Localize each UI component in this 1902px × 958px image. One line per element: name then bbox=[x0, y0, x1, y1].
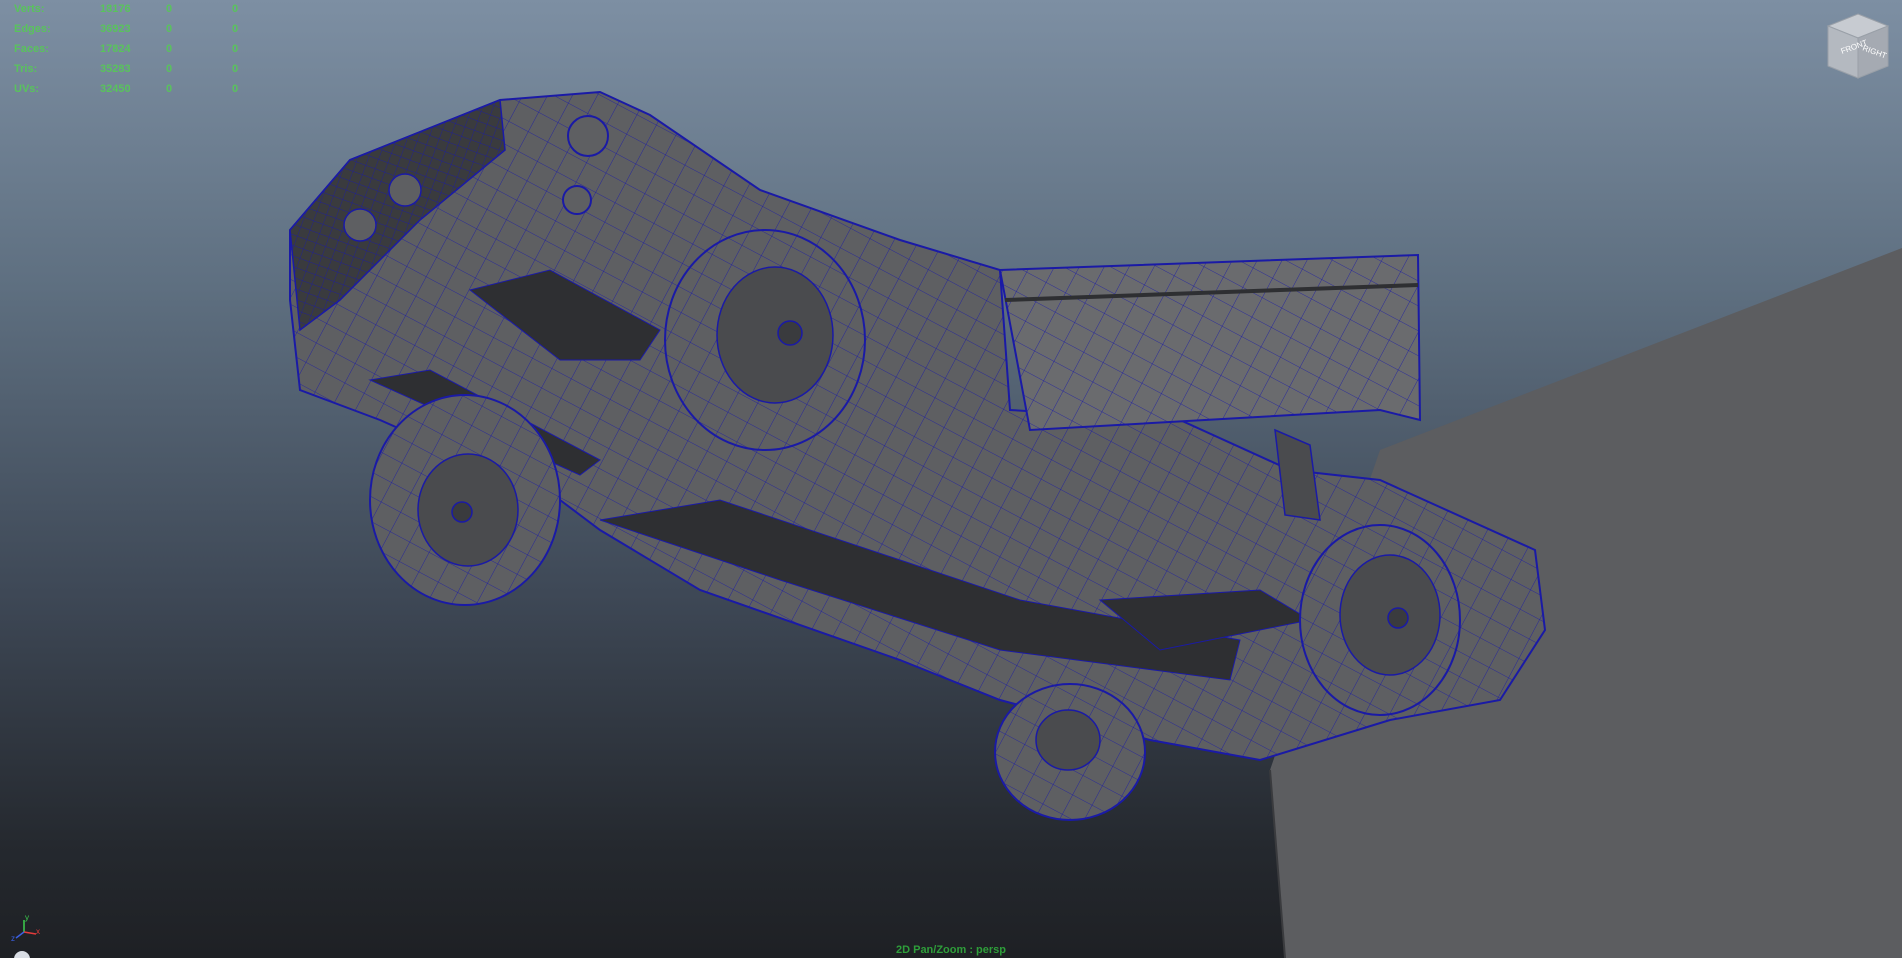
hud-label: UVs: bbox=[14, 83, 40, 95]
hud-selected-2: 0 bbox=[232, 3, 239, 15]
hud-selected-2: 0 bbox=[232, 63, 239, 75]
hud-row-edges: Edges: 36923 0 0 bbox=[14, 19, 262, 39]
hud-row-uvs: UVs: 32450 0 0 bbox=[14, 79, 262, 99]
hud-label: Verts: bbox=[14, 3, 45, 15]
car-wireframe-scene[interactable] bbox=[0, 0, 1902, 958]
view-cube[interactable]: FRONT RIGHT bbox=[1822, 10, 1894, 82]
hud-selected: 0 bbox=[166, 63, 173, 75]
wheel-front-top bbox=[664, 229, 866, 451]
axis-z-line bbox=[15, 931, 25, 939]
hud-row-faces: Faces: 17824 0 0 bbox=[14, 39, 262, 59]
hud-selected: 0 bbox=[166, 23, 173, 35]
wheel-front-bottom bbox=[369, 394, 561, 606]
axis-x-line bbox=[23, 931, 37, 935]
axis-gizmo: y x z bbox=[11, 914, 40, 942]
hud-selected: 0 bbox=[166, 43, 173, 55]
hud-total: 36923 bbox=[100, 23, 131, 35]
fog-light bbox=[562, 185, 592, 215]
wheel-rear-bottom bbox=[994, 683, 1146, 821]
hud-total: 18176 bbox=[100, 3, 131, 15]
camera-name-label: 2D Pan/Zoom : persp bbox=[895, 944, 1007, 956]
axis-y-label: y bbox=[25, 914, 29, 922]
hud-selected-2: 0 bbox=[232, 23, 239, 35]
3d-viewport[interactable]: Verts: 18176 0 0 Edges: 36923 0 0 Faces:… bbox=[0, 0, 1902, 958]
hud-row-verts: Verts: 18176 0 0 bbox=[14, 0, 262, 19]
hud-total: 32450 bbox=[100, 83, 131, 95]
hud-total: 17824 bbox=[100, 43, 131, 55]
door-wireframe bbox=[1000, 255, 1420, 430]
hud-selected-2: 0 bbox=[232, 43, 239, 55]
axis-z-label: z bbox=[11, 934, 15, 942]
headlight bbox=[343, 208, 377, 242]
hud-label: Tris: bbox=[14, 63, 38, 75]
headlight bbox=[388, 173, 422, 207]
hud-label: Edges: bbox=[14, 23, 51, 35]
fog-light bbox=[567, 115, 609, 157]
hud-label: Faces: bbox=[14, 43, 49, 55]
hud-row-tris: Tris: 35283 0 0 bbox=[14, 59, 262, 79]
hud-selected-2: 0 bbox=[232, 83, 239, 95]
hud-total: 35283 bbox=[100, 63, 131, 75]
wheel-rear-top bbox=[1299, 524, 1461, 716]
axis-x-label: x bbox=[36, 927, 40, 936]
poly-count-hud: Verts: 18176 0 0 Edges: 36923 0 0 Faces:… bbox=[14, 0, 262, 99]
hud-selected: 0 bbox=[166, 3, 173, 15]
hud-selected: 0 bbox=[166, 83, 173, 95]
